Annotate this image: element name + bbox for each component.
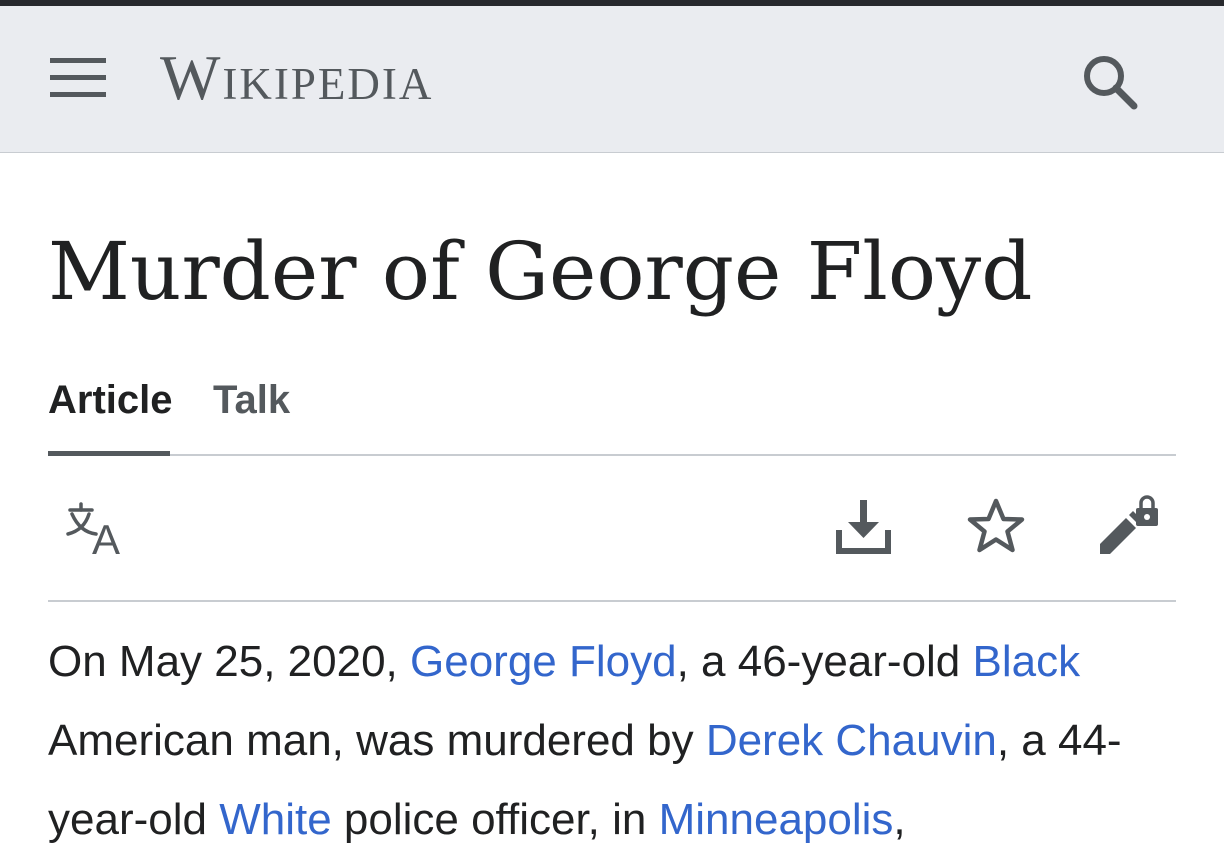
tab-article[interactable]: Article [48, 376, 173, 424]
body-text: American man, was murdered by [48, 716, 706, 765]
body-text: , [893, 795, 906, 844]
link-minneapolis[interactable]: Minneapolis [659, 795, 894, 844]
tab-talk[interactable]: Talk [213, 376, 290, 424]
svg-text:A: A [92, 516, 120, 556]
site-header: Wikipedia [0, 6, 1224, 153]
page-title: Murder of George Floyd [48, 225, 1033, 318]
link-white[interactable]: White [219, 795, 331, 844]
search-icon[interactable] [1080, 52, 1140, 110]
body-text: , a 46-year-old [676, 637, 973, 686]
link-black[interactable]: Black [973, 637, 1081, 686]
body-text: police officer, in [331, 795, 659, 844]
link-george-floyd[interactable]: George Floyd [410, 637, 677, 686]
star-icon[interactable] [964, 496, 1028, 558]
wikipedia-wordmark[interactable]: Wikipedia [160, 42, 433, 114]
page-actions-toolbar: A [48, 456, 1176, 602]
language-icon[interactable]: A [62, 502, 128, 563]
body-text: On May 25, 2020, [48, 637, 410, 686]
page-tabs: Article Talk [48, 372, 1176, 456]
article-lead-paragraph: On May 25, 2020, George Floyd, a 46-year… [48, 622, 1188, 859]
hamburger-menu-icon[interactable] [50, 58, 106, 100]
download-icon[interactable] [834, 496, 894, 556]
link-derek-chauvin[interactable]: Derek Chauvin [706, 716, 997, 765]
edit-lock-icon[interactable] [1098, 494, 1162, 556]
